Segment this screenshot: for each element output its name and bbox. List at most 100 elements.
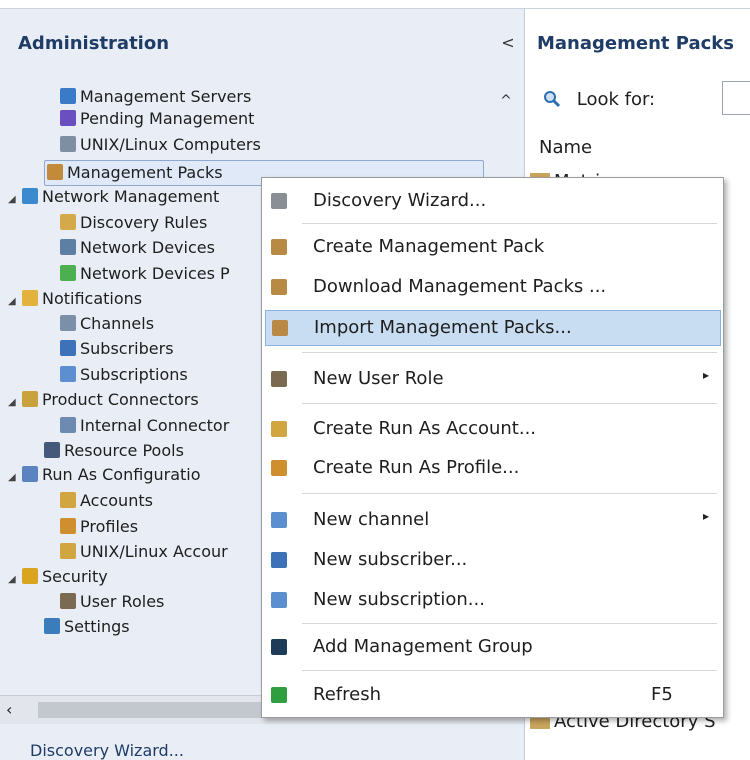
tree-item-management-servers[interactable]: Management Servers [60,85,251,109]
menu-item-label: Import Management Packs... [314,317,572,338]
tree-item-label: Profiles [80,517,139,536]
tree-item-product-connectors[interactable]: ◢ Product Connectors [8,388,199,412]
create-pack-icon [271,239,287,255]
tree-item-notifications[interactable]: ◢ Notifications [8,287,142,311]
collapse-pane-button[interactable]: < [497,31,519,55]
rules-icon [60,214,76,230]
tree-item-channels[interactable]: Channels [60,312,154,336]
discovery-wizard-link[interactable]: Discovery Wizard... [30,741,184,760]
menu-item-download-management-packs[interactable]: Download Management Packs ... [265,270,719,304]
menu-separator [302,223,717,224]
tree-item-settings[interactable]: Settings [44,615,130,639]
connector-icon [22,391,38,407]
mail-icon [22,290,38,306]
tree-item-label: UNIX/Linux Accour [80,542,228,561]
menu-item-label: New channel [313,509,430,530]
tree-item-subscriptions[interactable]: Subscriptions [60,363,188,387]
tree-item-network-management[interactable]: ◢ Network Management [8,185,219,209]
submenu-arrow-icon: ▸ [703,509,710,523]
menu-item-label: Download Management Packs ... [313,276,607,297]
add-group-icon [271,639,287,655]
menu-item-import-management-packs[interactable]: Import Management Packs... [265,310,721,346]
expander-icon[interactable]: ◢ [8,391,20,415]
tree-item-label: Product Connectors [42,390,199,409]
tree-item-unix-linux-accour[interactable]: UNIX/Linux Accour [60,540,228,564]
menu-item-label: Create Run As Account... [313,418,537,439]
tree-item-network-devices[interactable]: Network Devices [60,236,215,260]
scroll-left-icon[interactable]: ‹ [6,700,12,719]
profile-icon [60,518,76,534]
tree-item-label: User Roles [80,592,165,611]
menu-item-discovery-wizard[interactable]: Discovery Wizard... [265,184,719,218]
user-role-icon [271,371,287,387]
menu-item-refresh[interactable]: Refresh F5 [265,678,719,712]
tree-item-network-devices-p[interactable]: Network Devices P [60,262,230,286]
tree-item-label: Channels [80,314,155,333]
network-icon [22,188,38,204]
menu-item-create-management-pack[interactable]: Create Management Pack [265,230,719,264]
menu-item-add-management-group[interactable]: Add Management Group [265,630,719,664]
tree-item-label: Accounts [80,491,153,510]
internal-connector-icon [60,417,76,433]
menu-item-new-user-role[interactable]: New User Role ▸ [265,362,719,396]
scrollbar-thumb[interactable] [38,702,268,718]
navigation-pane-title: Administration [18,33,170,54]
menu-separator [302,403,717,404]
tree-item-run-as-configuratio[interactable]: ◢ Run As Configuratio [8,463,201,487]
tree-item-label: Subscribers [80,339,174,358]
lock-icon [22,568,38,584]
settings-icon [44,618,60,634]
shortcut-label: F5 [651,684,673,705]
expander-icon[interactable]: ◢ [8,466,20,490]
expander-icon[interactable]: ◢ [8,568,20,592]
menu-item-new-subscription[interactable]: New subscription... [265,583,719,617]
pool-icon [44,442,60,458]
tree-item-internal-connector[interactable]: Internal Connector [60,414,229,438]
menu-item-create-run-as-profile[interactable]: Create Run As Profile... [265,451,719,485]
search-icon [543,90,561,108]
device-icon [60,239,76,255]
menu-item-new-subscriber[interactable]: New subscriber... [265,543,719,577]
tree-item-label: Run As Configuratio [42,465,201,484]
look-for-label: Look for: [576,89,656,110]
look-for-bar: Look for: [543,89,655,110]
tree-item-label: Resource Pools [64,441,184,460]
tree-item-label: Discovery Rules [80,213,208,232]
expander-icon[interactable]: ◢ [8,188,20,212]
tree-item-subscribers[interactable]: Subscribers [60,337,174,361]
runas-profile-icon [271,460,287,476]
tree-item-unix-linux-computers[interactable]: UNIX/Linux Computers [60,133,261,157]
tree-item-label: Subscriptions [80,365,188,384]
menu-item-create-run-as-account[interactable]: Create Run As Account... [265,412,719,446]
submenu-arrow-icon: ▸ [703,368,710,382]
tree-item-discovery-rules[interactable]: Discovery Rules [60,211,207,235]
tree-item-label: Management Packs [67,163,223,182]
menu-separator [302,670,717,671]
tree-item-resource-pools[interactable]: Resource Pools [44,439,184,463]
scroll-up-icon[interactable]: ^ [495,93,517,115]
expander-icon[interactable]: ◢ [8,290,20,314]
menu-item-label: Create Run As Profile... [313,457,520,478]
look-for-input[interactable] [722,81,750,115]
name-column-header[interactable]: Name [539,137,592,158]
download-pack-icon [271,279,287,295]
menu-item-label: New subscription... [313,589,485,610]
tree-item-pending-management[interactable]: Pending Management [60,107,254,131]
menu-item-new-channel[interactable]: New channel ▸ [265,503,719,537]
menu-item-label: New User Role [313,368,444,389]
subscriber-icon [60,340,76,356]
context-menu: Discovery Wizard... Create Management Pac… [261,177,724,718]
tree-item-label: Security [42,567,108,586]
runas-account-icon [271,421,287,437]
tree-item-security[interactable]: ◢ Security [8,565,108,589]
account-icon [60,492,76,508]
tree-item-accounts[interactable]: Accounts [60,489,153,513]
wizard-icon [271,193,287,209]
menu-item-label: Discovery Wizard... [313,190,487,211]
menu-item-label: Refresh [313,684,381,705]
pending-icon [60,110,76,126]
tree-item-user-roles[interactable]: User Roles [60,590,164,614]
channel-icon [60,315,76,331]
tree-item-profiles[interactable]: Profiles [60,515,138,539]
tree-item-label: Internal Connector [80,416,230,435]
